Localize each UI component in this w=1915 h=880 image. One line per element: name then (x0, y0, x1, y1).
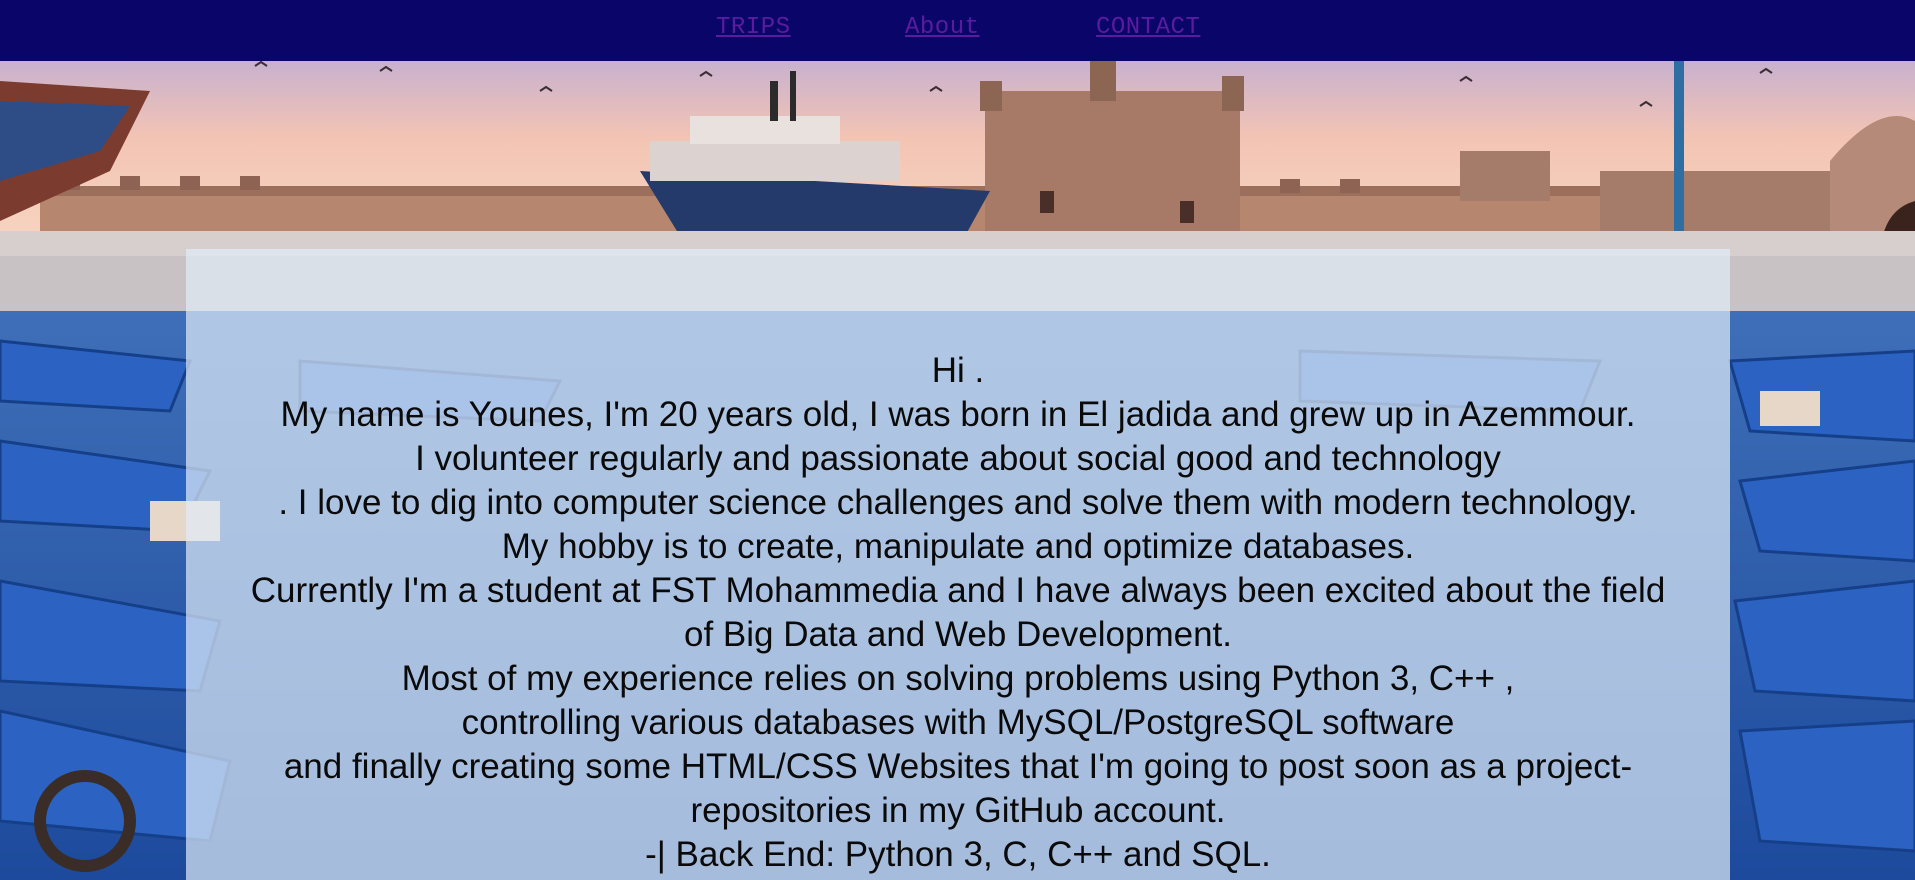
github-line: repositories in my GitHub account. (690, 791, 1226, 830)
websites-line: and finally creating some HTML/CSS Websi… (283, 747, 1633, 786)
intro-line: My name is Younes, I'm 20 years old, I w… (280, 395, 1636, 434)
volunteer-line: I volunteer regularly and passionate abo… (415, 439, 1501, 478)
nav-link-contact[interactable]: CONTACT (1096, 14, 1200, 41)
greeting-line: Hi . (931, 351, 985, 390)
nav-link-trips[interactable]: TRIPS (716, 14, 791, 41)
top-navbar: TRIPS About CONTACT (0, 0, 1915, 61)
backend-line: -| Back End: Python 3, C, C++ and SQL. (645, 835, 1271, 874)
nav-link-about[interactable]: About (905, 14, 980, 41)
experience-line: Most of my experience relies on solving … (401, 659, 1515, 698)
databases-line: controlling various databases with MySQL… (461, 703, 1455, 742)
about-panel: Hi . My name is Younes, I'm 20 years old… (186, 249, 1730, 880)
student-line: Currently I'm a student at FST Mohammedi… (250, 571, 1666, 610)
field-line: of Big Data and Web Development. (683, 615, 1232, 654)
challenges-line: . I love to dig into computer science ch… (278, 483, 1638, 522)
hobby-line: My hobby is to create, manipulate and op… (501, 527, 1415, 566)
